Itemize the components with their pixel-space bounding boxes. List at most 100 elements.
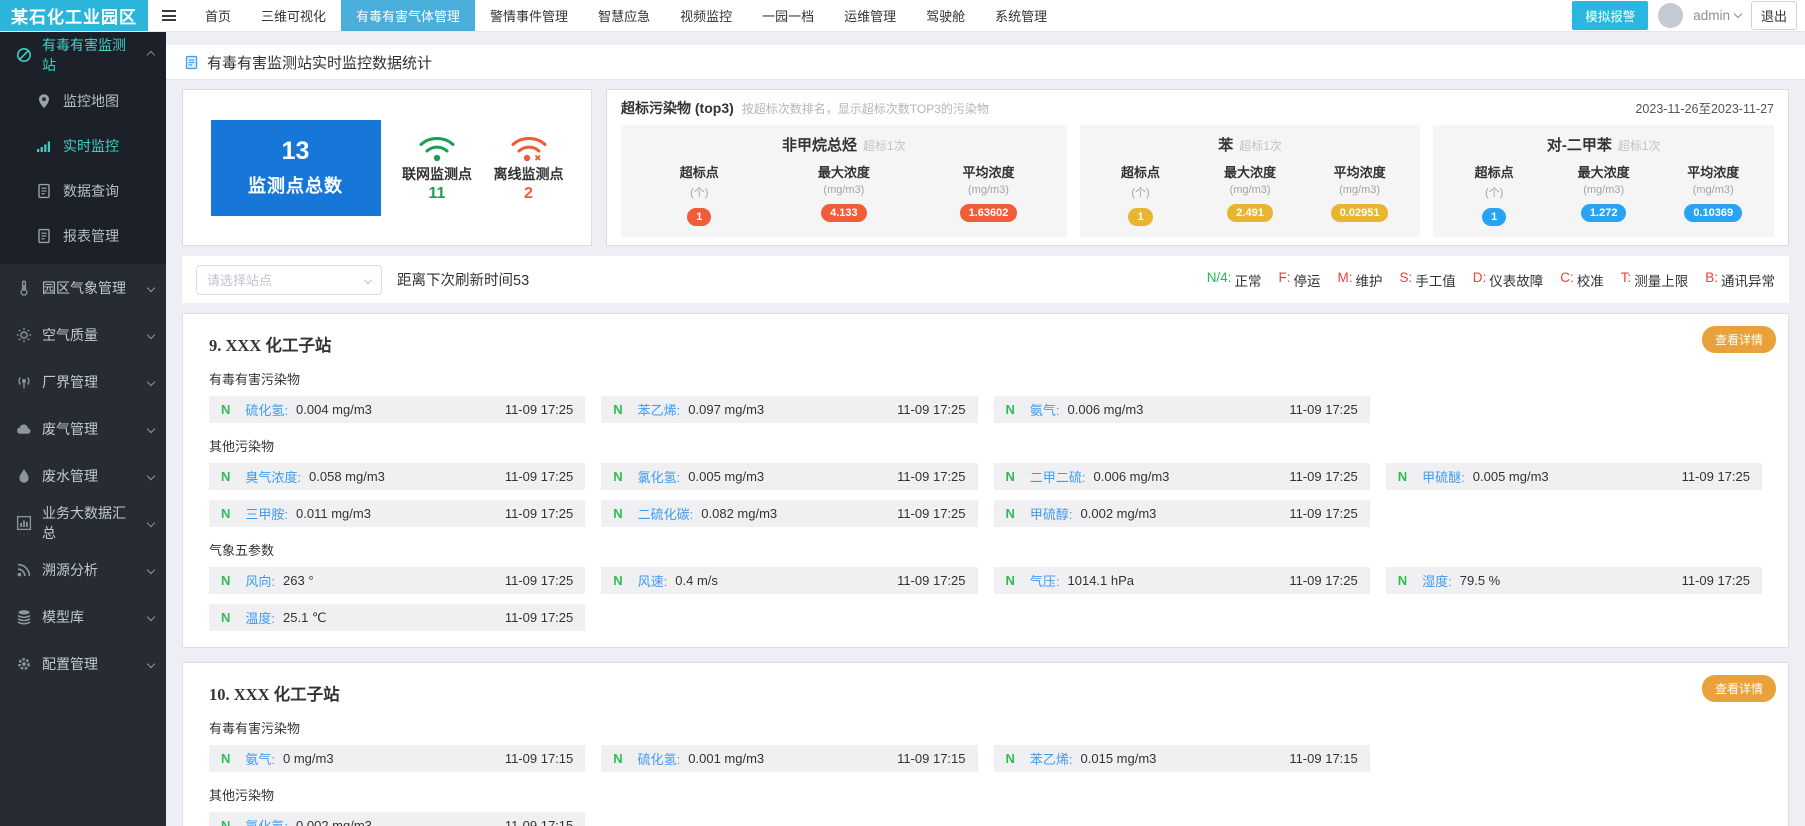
nav-item-9[interactable]: 系统管理 xyxy=(980,0,1062,31)
parameter-name[interactable]: 甲硫醚: xyxy=(1422,467,1465,486)
summary-panels: 13 监测点总数 联网监测点 11 离线监测点 2 超标污染物 (top3) xyxy=(182,89,1789,246)
nav-item-1[interactable]: 三维可视化 xyxy=(246,0,341,31)
parameter-time: 11-09 17:25 xyxy=(505,469,573,484)
pollutant-metric-0: 超标点(个)1 xyxy=(627,162,772,226)
sidebar-group-7[interactable]: 模型库 xyxy=(0,593,166,640)
status-flag: N xyxy=(1398,469,1407,484)
parameter-time: 11-09 17:25 xyxy=(897,402,965,417)
nav-item-8[interactable]: 驾驶舱 xyxy=(911,0,980,31)
section-label: 气象五参数 xyxy=(209,540,1762,559)
metric-value-badge: 0.10369 xyxy=(1684,204,1742,222)
sidebar-item-2[interactable]: 数据查询 xyxy=(0,168,166,213)
sidebar-group-8[interactable]: 配置管理 xyxy=(0,640,166,687)
sidebar-group-4[interactable]: 废水管理 xyxy=(0,452,166,499)
parameter-name[interactable]: 硫化氢: xyxy=(245,400,288,419)
chevron-down-icon xyxy=(147,424,155,432)
top3-subtitle: 按超标次数排名，显示超标次数TOP3的污染物 xyxy=(742,100,989,117)
nav-item-4[interactable]: 智慧应急 xyxy=(583,0,665,31)
pollutant-metric-1: 最大浓度(mg/m3)1.272 xyxy=(1549,162,1659,226)
document-icon xyxy=(36,183,52,199)
parameter-value: 263 ° xyxy=(283,573,314,588)
top3-title: 超标污染物 (top3) xyxy=(621,98,734,118)
avatar[interactable] xyxy=(1658,3,1683,28)
parameter-value: 0.4 m/s xyxy=(675,573,718,588)
simulate-alarm-button[interactable]: 模拟报警 xyxy=(1572,1,1648,30)
user-menu[interactable]: admin xyxy=(1693,8,1741,23)
parameter-name[interactable]: 氯化氢: xyxy=(245,816,288,826)
sidebar-group-5[interactable]: 业务大数据汇总 xyxy=(0,499,166,546)
nav-item-2[interactable]: 有毒有害气体管理 xyxy=(341,0,475,31)
broadcast-icon xyxy=(16,374,32,390)
pollutant-columns: 超标点(个)1最大浓度(mg/m3)1.272平均浓度(mg/m3)0.1036… xyxy=(1439,162,1768,226)
view-detail-button[interactable]: 查看详情 xyxy=(1702,675,1776,702)
parameter-name[interactable]: 湿度: xyxy=(1422,571,1452,590)
nav-item-7[interactable]: 运维管理 xyxy=(829,0,911,31)
station-list: 9. XXX 化工子站查看详情有毒有害污染物N硫化氢:0.004 mg/m311… xyxy=(182,313,1789,826)
nav-item-5[interactable]: 视频监控 xyxy=(665,0,747,31)
nav-item-3[interactable]: 警情事件管理 xyxy=(475,0,583,31)
parameter-name[interactable]: 二硫化碳: xyxy=(638,504,694,523)
parameter-time: 11-09 17:25 xyxy=(505,402,573,417)
station-select-placeholder: 请选择站点 xyxy=(207,270,272,289)
pollutant-name: 非甲烷总烃 xyxy=(782,137,857,154)
nav-item-6[interactable]: 一园一档 xyxy=(747,0,829,31)
parameter-name[interactable]: 二甲二硫: xyxy=(1030,467,1086,486)
sidebar-group-1[interactable]: 空气质量 xyxy=(0,311,166,358)
monitor-item: N氨气:0.006 mg/m311-09 17:25 xyxy=(994,396,1370,423)
sidebar-group-6[interactable]: 溯源分析 xyxy=(0,546,166,593)
chevron-down-icon xyxy=(364,275,372,283)
pollutant-metric-2: 平均浓度(mg/m3)0.02951 xyxy=(1305,162,1415,226)
pollutant-columns: 超标点(个)1最大浓度(mg/m3)2.491平均浓度(mg/m3)0.0295… xyxy=(1086,162,1415,226)
navbar-right: 模拟报警 admin 退出 xyxy=(1572,0,1805,31)
status-flag: N xyxy=(1006,506,1015,521)
sidebar-item-3[interactable]: 报表管理 xyxy=(0,213,166,258)
sidebar-group-2[interactable]: 厂界管理 xyxy=(0,358,166,405)
parameter-name[interactable]: 氨气: xyxy=(245,749,275,768)
parameter-name[interactable]: 三甲胺: xyxy=(245,504,288,523)
metric-name: 超标点 xyxy=(1121,162,1160,181)
parameter-name[interactable]: 氨气: xyxy=(1030,400,1060,419)
logout-button[interactable]: 退出 xyxy=(1751,1,1797,30)
parameter-name[interactable]: 甲硫醇: xyxy=(1030,504,1073,523)
parameter-time: 11-09 17:25 xyxy=(1289,402,1357,417)
sidebar-group-0[interactable]: 园区气象管理 xyxy=(0,264,166,311)
sidebar-item-1[interactable]: 实时监控 xyxy=(0,123,166,168)
station-select[interactable]: 请选择站点 xyxy=(196,265,382,295)
legend-code: M: xyxy=(1337,270,1352,290)
view-detail-button[interactable]: 查看详情 xyxy=(1702,326,1776,353)
nav-item-0[interactable]: 首页 xyxy=(190,0,246,31)
monitor-grid: N氨气:0 mg/m311-09 17:15N硫化氢:0.001 mg/m311… xyxy=(209,745,1762,772)
metric-value-badge: 1 xyxy=(1482,208,1506,226)
chevron-down-icon xyxy=(147,518,155,526)
legend-label: 测量上限 xyxy=(1634,270,1688,290)
status-legend: N/4:正常F:停运M:维护S:手工值D:仪表故障C:校准T:测量上限B:通讯异… xyxy=(1207,270,1775,290)
parameter-name[interactable]: 风向: xyxy=(245,571,275,590)
parameter-name[interactable]: 氯化氢: xyxy=(638,467,681,486)
parameter-value: 0.011 mg/m3 xyxy=(296,506,371,521)
parameter-name[interactable]: 硫化氢: xyxy=(638,749,681,768)
parameter-name[interactable]: 苯乙烯: xyxy=(1030,749,1073,768)
parameter-name[interactable]: 温度: xyxy=(245,608,275,627)
status-flag: N xyxy=(613,469,622,484)
sidebar-item-label: 监控地图 xyxy=(63,91,119,111)
menu-toggle-icon[interactable] xyxy=(148,0,190,31)
filter-bar: 请选择站点 距离下次刷新时间53 N/4:正常F:停运M:维护S:手工值D:仪表… xyxy=(182,256,1789,303)
parameter-name[interactable]: 臭气浓度: xyxy=(245,467,301,486)
main-content: 有毒有害监测站实时监控数据统计 13 监测点总数 联网监测点 11 离线监测点 … xyxy=(166,32,1805,826)
legend-code: F: xyxy=(1278,270,1290,290)
sidebar-item-0[interactable]: 监控地图 xyxy=(0,78,166,123)
parameter-name[interactable]: 风速: xyxy=(638,571,668,590)
top3-header: 超标污染物 (top3) 按超标次数排名，显示超标次数TOP3的污染物 2023… xyxy=(621,98,1774,118)
chevron-down-icon xyxy=(147,471,155,479)
ban-icon xyxy=(16,47,32,63)
thermometer-icon xyxy=(16,280,32,296)
section-label: 有毒有害污染物 xyxy=(209,718,1762,737)
parameter-value: 0.058 mg/m3 xyxy=(309,469,385,484)
parameter-name[interactable]: 气压: xyxy=(1030,571,1060,590)
sidebar-group-label: 空气质量 xyxy=(42,325,98,345)
parameter-name[interactable]: 苯乙烯: xyxy=(638,400,681,419)
top3-pollutants-panel: 超标污染物 (top3) 按超标次数排名，显示超标次数TOP3的污染物 2023… xyxy=(606,89,1789,246)
legend-code: S: xyxy=(1399,270,1412,290)
sidebar-group-3[interactable]: 废气管理 xyxy=(0,405,166,452)
sidebar-group-header[interactable]: 有毒有害监测站 xyxy=(0,32,166,78)
